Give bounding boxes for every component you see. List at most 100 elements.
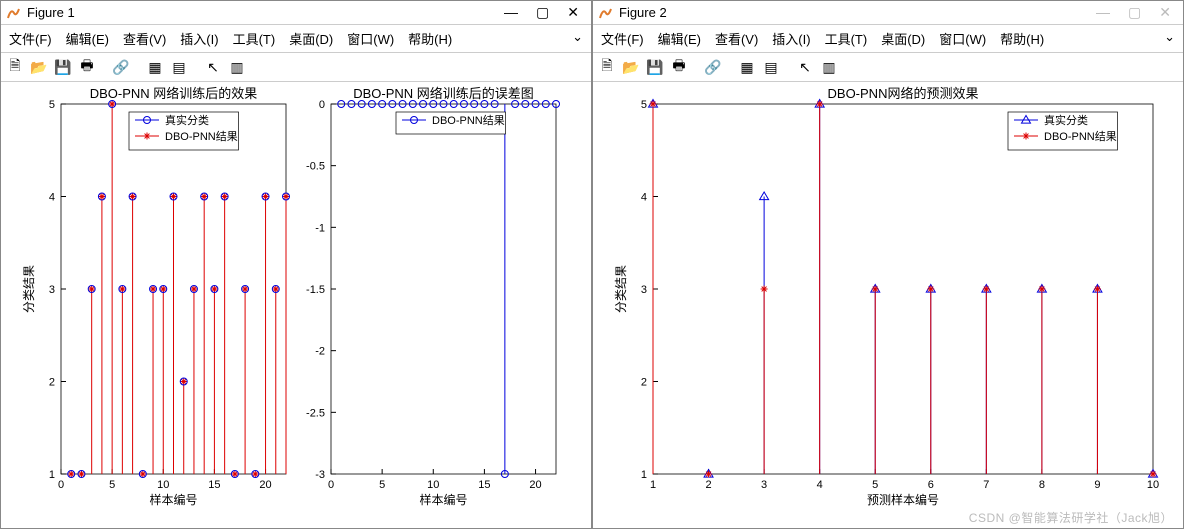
pointer-icon[interactable]: ↖ xyxy=(795,57,815,77)
legend-icon[interactable]: ▤ xyxy=(761,57,781,77)
svg-text:9: 9 xyxy=(1094,479,1100,491)
svg-text:预测样本编号: 预测样本编号 xyxy=(867,492,939,507)
svg-text:4: 4 xyxy=(641,192,647,204)
figure2-plotarea: 1234567891012345DBO-PNN网络的预测效果预测样本编号分类结果… xyxy=(593,82,1183,528)
panel-icon[interactable]: ▥ xyxy=(227,57,247,77)
open-icon[interactable]: 📂 xyxy=(621,57,641,77)
svg-text:2: 2 xyxy=(705,479,711,491)
new-icon[interactable]: 🗎 xyxy=(5,57,25,77)
minimize-button[interactable]: — xyxy=(504,4,518,21)
svg-text:-2.5: -2.5 xyxy=(306,407,325,419)
svg-text:3: 3 xyxy=(49,284,55,296)
menu-file[interactable]: 文件(F) xyxy=(9,29,52,48)
print-icon[interactable]: 🖶 xyxy=(669,57,689,77)
figure2-toolbar: 🗎 📂 💾 🖶 🔗 ▦ ▤ ↖ ▥ xyxy=(593,53,1183,82)
figure2-title: Figure 2 xyxy=(619,5,1096,20)
svg-text:-1.5: -1.5 xyxy=(306,284,325,296)
figure1-plotarea: 0510152012345DBO-PNN 网络训练后的效果样本编号分类结果真实分… xyxy=(1,82,591,528)
svg-text:DBO-PNN结果: DBO-PNN结果 xyxy=(432,114,505,127)
panel-icon[interactable]: ▥ xyxy=(819,57,839,77)
svg-text:-3: -3 xyxy=(315,469,325,481)
figure1-toolbar: 🗎 📂 💾 🖶 🔗 ▦ ▤ ↖ ▥ xyxy=(1,53,591,82)
svg-text:8: 8 xyxy=(1039,479,1045,491)
watermark-text: CSDN @智能算法研学社（Jack旭） xyxy=(969,509,1173,526)
menu-edit[interactable]: 编辑(E) xyxy=(66,29,109,48)
matlab-icon xyxy=(597,5,613,21)
svg-text:样本编号: 样本编号 xyxy=(149,492,197,507)
legend-icon[interactable]: ▤ xyxy=(169,57,189,77)
svg-text:5: 5 xyxy=(379,479,385,491)
close-button[interactable]: ✕ xyxy=(1159,4,1171,21)
save-icon[interactable]: 💾 xyxy=(53,57,73,77)
new-icon[interactable]: 🗎 xyxy=(597,57,617,77)
link-icon[interactable]: 🔗 xyxy=(703,57,723,77)
svg-text:DBO-PNN网络的预测效果: DBO-PNN网络的预测效果 xyxy=(828,86,979,101)
open-icon[interactable]: 📂 xyxy=(29,57,49,77)
menu-help[interactable]: 帮助(H) xyxy=(1000,29,1044,48)
svg-text:10: 10 xyxy=(1147,479,1159,491)
menu-dropdown-icon[interactable]: ⌄ xyxy=(1164,29,1175,48)
svg-text:真实分类: 真实分类 xyxy=(1044,113,1088,127)
menu-tools[interactable]: 工具(T) xyxy=(825,29,868,48)
print-icon[interactable]: 🖶 xyxy=(77,57,97,77)
svg-text:20: 20 xyxy=(529,479,541,491)
svg-text:分类结果: 分类结果 xyxy=(614,265,628,313)
menu-desktop[interactable]: 桌面(D) xyxy=(289,29,333,48)
svg-text:-1: -1 xyxy=(315,222,325,234)
pointer-icon[interactable]: ↖ xyxy=(203,57,223,77)
svg-text:3: 3 xyxy=(761,479,767,491)
save-icon[interactable]: 💾 xyxy=(645,57,665,77)
svg-text:7: 7 xyxy=(983,479,989,491)
svg-text:20: 20 xyxy=(259,479,271,491)
menu-dropdown-icon[interactable]: ⌄ xyxy=(572,29,583,48)
menu-tools[interactable]: 工具(T) xyxy=(233,29,276,48)
figure2-window: Figure 2 — ▢ ✕ 文件(F) 编辑(E) 查看(V) 插入(I) 工… xyxy=(592,0,1184,529)
svg-text:15: 15 xyxy=(478,479,490,491)
svg-text:-2: -2 xyxy=(315,346,325,358)
menu-insert[interactable]: 插入(I) xyxy=(772,29,810,48)
svg-text:2: 2 xyxy=(49,377,55,389)
link-icon[interactable]: 🔗 xyxy=(111,57,131,77)
menu-view[interactable]: 查看(V) xyxy=(715,29,758,48)
svg-text:5: 5 xyxy=(109,479,115,491)
matlab-icon xyxy=(5,5,21,21)
menu-insert[interactable]: 插入(I) xyxy=(180,29,218,48)
close-button[interactable]: ✕ xyxy=(567,4,579,21)
svg-text:1: 1 xyxy=(650,479,656,491)
svg-text:DBO-PNN 网络训练后的效果: DBO-PNN 网络训练后的效果 xyxy=(90,86,258,101)
svg-text:0: 0 xyxy=(58,479,64,491)
figure1-title: Figure 1 xyxy=(27,5,504,20)
menu-help[interactable]: 帮助(H) xyxy=(408,29,452,48)
svg-text:4: 4 xyxy=(49,192,55,204)
figure2-titlebar[interactable]: Figure 2 — ▢ ✕ xyxy=(593,1,1183,25)
maximize-button[interactable]: ▢ xyxy=(1128,4,1141,21)
svg-text:15: 15 xyxy=(208,479,220,491)
svg-text:0: 0 xyxy=(328,479,334,491)
figure1-window: Figure 1 — ▢ ✕ 文件(F) 编辑(E) 查看(V) 插入(I) 工… xyxy=(0,0,592,529)
menu-file[interactable]: 文件(F) xyxy=(601,29,644,48)
svg-text:-0.5: -0.5 xyxy=(306,161,325,173)
svg-text:1: 1 xyxy=(49,469,55,481)
svg-text:5: 5 xyxy=(872,479,878,491)
menu-view[interactable]: 查看(V) xyxy=(123,29,166,48)
minimize-button[interactable]: — xyxy=(1096,4,1110,21)
color-icon[interactable]: ▦ xyxy=(737,57,757,77)
svg-text:样本编号: 样本编号 xyxy=(419,492,467,507)
svg-text:DBO-PNN 网络训练后的误差图: DBO-PNN 网络训练后的误差图 xyxy=(353,86,534,101)
svg-text:5: 5 xyxy=(49,99,55,111)
svg-text:10: 10 xyxy=(157,479,169,491)
maximize-button[interactable]: ▢ xyxy=(536,4,549,21)
menu-edit[interactable]: 编辑(E) xyxy=(658,29,701,48)
svg-text:DBO-PNN结果: DBO-PNN结果 xyxy=(1044,130,1117,143)
svg-text:10: 10 xyxy=(427,479,439,491)
color-icon[interactable]: ▦ xyxy=(145,57,165,77)
svg-text:3: 3 xyxy=(641,284,647,296)
menu-desktop[interactable]: 桌面(D) xyxy=(881,29,925,48)
menu-window[interactable]: 窗口(W) xyxy=(939,29,986,48)
svg-text:DBO-PNN结果: DBO-PNN结果 xyxy=(165,130,238,143)
svg-text:真实分类: 真实分类 xyxy=(165,113,209,127)
figure1-titlebar[interactable]: Figure 1 — ▢ ✕ xyxy=(1,1,591,25)
svg-text:5: 5 xyxy=(641,99,647,111)
menu-window[interactable]: 窗口(W) xyxy=(347,29,394,48)
svg-text:1: 1 xyxy=(641,469,647,481)
